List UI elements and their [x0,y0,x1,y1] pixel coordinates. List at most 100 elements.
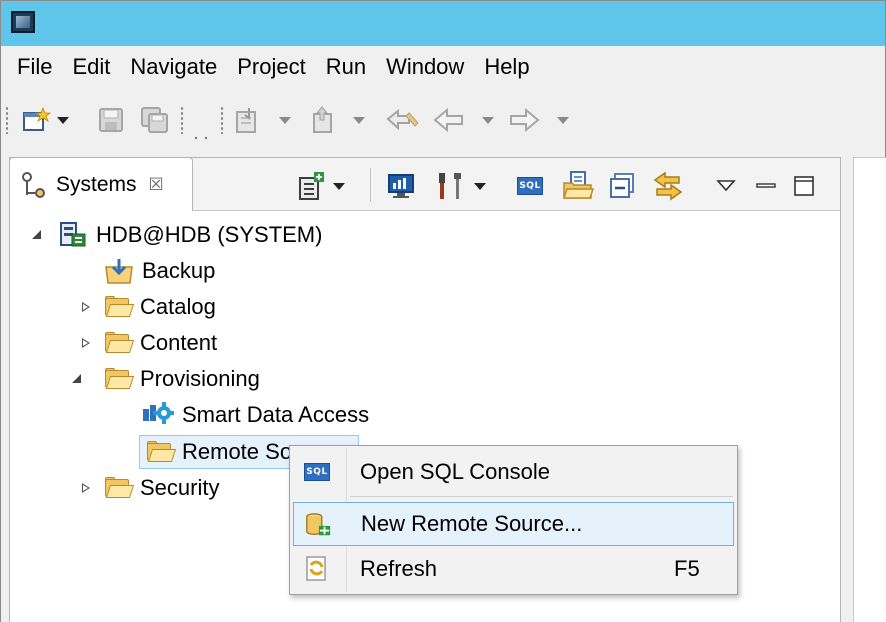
add-system-button[interactable] [295,172,345,200]
add-system-dropdown-icon[interactable] [333,182,345,190]
new-wizard-dropdown-icon[interactable] [57,116,69,124]
new-wizard-button[interactable] [21,106,69,134]
save-all-icon [141,107,168,133]
database-system-icon [60,222,86,247]
menu-item-open-sql-console[interactable]: SQL Open SQL Console [293,450,734,494]
menu-item-refresh[interactable]: Refresh F5 [293,547,734,591]
folder-icon [146,441,177,463]
link-editor-button[interactable] [651,171,685,201]
monitor-button[interactable] [386,172,416,200]
view-toolbar-separator [370,168,371,202]
tree-node-smart-data-access-label: Smart Data Access [182,402,370,427]
backup-icon [105,259,133,284]
tree-node-system-label: HDB@HDB (SYSTEM) [96,222,323,247]
minimize-icon [756,183,776,188]
tree-node-security[interactable]: Security [82,471,219,505]
sql-console-icon: SQL [303,459,331,485]
collapse-all-button[interactable] [608,172,638,200]
last-edit-button[interactable] [385,106,421,134]
tools-icon [439,173,461,199]
open-type-button[interactable] [233,106,291,134]
folder-icon [104,296,135,318]
new-remote-source-icon [304,512,332,538]
menu-separator [350,496,733,497]
forward-dropdown-icon[interactable] [557,116,569,124]
tree-node-catalog-label: Catalog [140,294,216,319]
sql-console-icon: SQL [517,177,543,195]
save-button[interactable] [97,106,125,134]
tree-node-content[interactable]: Content [82,326,217,360]
menu-file[interactable]: File [7,50,62,84]
back-button[interactable] [432,106,494,134]
search-button[interactable] [309,106,365,134]
smart-data-access-icon [143,402,174,424]
folder-icon [104,332,135,354]
monitor-icon [388,174,414,198]
view-menu-icon [716,180,736,192]
menu-window[interactable]: Window [376,50,474,84]
menu-item-refresh-label: Refresh [360,556,438,581]
tools-button[interactable] [434,172,486,200]
close-icon[interactable]: ☒ [149,175,164,195]
tree-node-backup[interactable]: Backup [104,254,215,288]
tree-node-backup-label: Backup [142,258,216,283]
open-folder-button[interactable] [562,171,594,200]
menu-project[interactable]: Project [227,50,315,84]
menu-item-refresh-shortcut: F5 [674,556,700,581]
menu-item-new-remote-source-label: New Remote Source... [361,511,583,536]
maximize-icon [794,176,814,196]
view-menu-button[interactable] [716,172,736,200]
new-wizard-icon [23,106,51,131]
open-folder-icon [562,171,594,199]
menu-item-new-remote-source[interactable]: New Remote Source... [293,502,734,546]
forward-button[interactable] [507,106,569,134]
toolbar-grip[interactable] [5,106,9,134]
collapse-all-icon [610,173,634,198]
toolbar-dots [193,124,219,152]
sql-badge: SQL [304,463,330,481]
forward-icon [510,107,540,133]
tree-node-security-label: Security [140,475,220,500]
minimize-button[interactable] [756,172,776,200]
tree-node-smart-data-access[interactable]: Smart Data Access [142,398,369,432]
expanded-icon[interactable] [32,230,41,239]
add-system-icon [299,172,324,200]
collapsed-icon[interactable] [82,483,90,493]
save-all-button[interactable] [140,106,172,134]
tree-node-content-label: Content [140,330,218,355]
search-icon [313,106,332,133]
systems-view-icon [22,171,45,198]
last-edit-icon [386,108,419,131]
sql-console-button[interactable]: SQL [517,172,543,200]
search-dropdown-icon[interactable] [353,116,365,124]
menu-run[interactable]: Run [316,50,376,84]
link-editor-icon [653,171,683,201]
tools-dropdown-icon[interactable] [474,182,486,190]
tree-node-catalog[interactable]: Catalog [82,290,216,324]
folder-icon [104,477,135,499]
main-toolbar [1,88,885,152]
tree-node-provisioning-label: Provisioning [140,366,260,391]
tree-node-provisioning[interactable]: Provisioning [72,362,260,396]
menu-help[interactable]: Help [474,50,539,84]
tab-systems[interactable]: Systems ☒ [9,157,193,211]
expanded-icon[interactable] [72,374,81,383]
tree-node-system[interactable]: HDB@HDB (SYSTEM) [32,218,322,252]
back-dropdown-icon[interactable] [482,116,494,124]
save-icon [99,108,123,132]
app-icon[interactable] [11,11,35,33]
maximize-button[interactable] [793,172,815,200]
menu-navigate[interactable]: Navigate [120,50,227,84]
separator-dots-icon [194,136,208,140]
menu-item-open-sql-console-label: Open SQL Console [360,459,550,484]
open-type-icon [236,108,256,133]
open-type-dropdown-icon[interactable] [279,116,291,124]
context-menu: SQL Open SQL Console New Remote Source..… [289,445,738,595]
collapsed-icon[interactable] [82,338,90,348]
toolbar-grip[interactable] [220,106,224,134]
collapsed-icon[interactable] [82,302,90,312]
toolbar-grip[interactable] [180,106,184,134]
menu-edit[interactable]: Edit [62,50,120,84]
window-titlebar [1,1,885,46]
view-header: Systems ☒ SQL [9,157,840,211]
